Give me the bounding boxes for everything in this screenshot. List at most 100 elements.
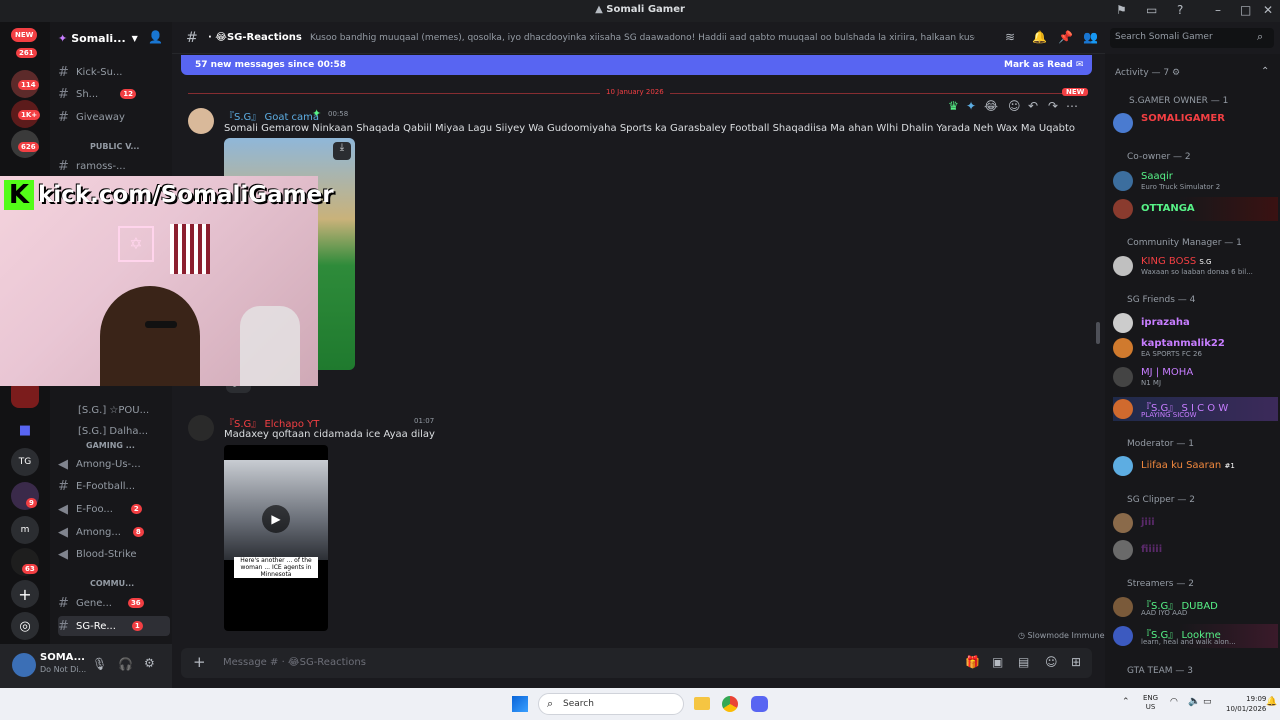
channel-item[interactable]: ◀ E-Foo... 2 [58, 499, 170, 519]
help-icon[interactable]: ? [1177, 3, 1183, 17]
verified-react-icon[interactable]: ✦ [966, 99, 976, 113]
volume-icon[interactable]: 🔈 [1188, 696, 1200, 707]
search-box[interactable]: Search Somali Gamer ⌕ [1110, 28, 1274, 48]
channel-topic[interactable]: Kusoo bandhig muuqaal (memes), qosolka, … [310, 33, 975, 43]
emoji-icon[interactable]: ☺ [1045, 655, 1058, 669]
windows-start-icon[interactable] [512, 696, 528, 712]
webcam-jersey [170, 224, 210, 274]
apps-icon[interactable]: ⊞ [1071, 655, 1081, 669]
voice-user[interactable]: [S.G.] Dalha... [78, 421, 170, 441]
taskbar-search[interactable]: ⌕ Search [538, 693, 684, 715]
channel-item[interactable]: # Kick-Su... [58, 62, 170, 82]
maximize-icon[interactable]: □ [1240, 3, 1251, 17]
chrome-icon[interactable] [722, 696, 738, 712]
channel-label: Blood-Strike [76, 548, 137, 560]
notification-icon[interactable]: 🔔 [1266, 697, 1277, 707]
server-tg[interactable]: TG [11, 448, 39, 476]
message-input[interactable]: + Message # · 😂SG-Reactions 🎁 ▣ ▤ ☺ ⊞ [181, 648, 1092, 678]
add-reaction-icon[interactable]: ☺ [1008, 99, 1021, 113]
member-row[interactable]: 『S.G』 S I C O W PLAYING SICOW [1113, 397, 1278, 421]
voice-user[interactable]: [S.G.] ☆POU... [78, 400, 170, 420]
member-row[interactable]: SOMALIGAMER [1113, 111, 1278, 135]
download-icon[interactable]: ⤓ [333, 142, 351, 160]
member-row[interactable]: OTTANGA [1113, 197, 1278, 221]
sticker-icon[interactable]: ▤ [1018, 655, 1029, 669]
avatar[interactable] [12, 653, 36, 677]
headphones-icon[interactable]: 🎧 [118, 657, 133, 671]
member-row[interactable]: 『S.G』 DUBAD AAD IYO AAD [1113, 595, 1278, 619]
member-row[interactable]: fiiiii [1113, 538, 1278, 562]
lang-indicator[interactable]: ENG US [1143, 694, 1158, 712]
pin-icon[interactable]: 📌 [1058, 30, 1073, 44]
member-row[interactable]: iprazaha [1113, 311, 1278, 335]
wifi-icon[interactable]: ◠ [1170, 697, 1178, 707]
hash-icon: # [58, 618, 69, 634]
member-activity: N1 MJ [1141, 379, 1162, 387]
forward-icon[interactable]: ↷ [1048, 99, 1058, 113]
add-server-icon[interactable]: + [11, 580, 39, 608]
laugh-react-icon[interactable]: 😂 [984, 99, 998, 113]
play-icon[interactable]: ▶ [262, 505, 290, 533]
member-row[interactable]: MJ | MOHA N1 MJ [1113, 365, 1278, 389]
minimize-icon[interactable]: – [1215, 3, 1221, 17]
channel-item[interactable]: # E-Football... [58, 476, 170, 496]
message-author[interactable]: 『S.G』 Elchapo YT [224, 415, 319, 430]
chevron-up-icon[interactable]: ⌃ [1261, 66, 1269, 77]
channel-item-active[interactable]: # SG-Re... 1 [58, 616, 170, 636]
channel-item[interactable]: ◀ Among-Us-... [58, 454, 170, 474]
close-icon[interactable]: ✕ [1263, 3, 1273, 17]
server-m[interactable]: m [11, 516, 39, 544]
category-header[interactable]: PUBLIC V... [90, 142, 139, 151]
member-row[interactable]: KING BOSS S.G Waxaan so laaban donaa 6 bi… [1113, 254, 1278, 278]
message-actions: ♛ ✦ 😂 ☺ ↶ ↷ ⋯ [942, 96, 1082, 116]
member-row[interactable]: Saaqir Euro Truck Simulator 2 [1113, 169, 1278, 193]
folder-icon[interactable]: ■ [11, 416, 39, 444]
tray-chevron-icon[interactable]: ⌃ [1122, 697, 1130, 707]
file-explorer-icon[interactable] [694, 697, 710, 710]
member-row[interactable]: 『S.G』 Lookme learn, heal and walk alon... [1113, 624, 1278, 648]
category-header[interactable]: GAMING ... [86, 441, 135, 450]
message-author[interactable]: 『S.G』 Goat cama [224, 108, 319, 123]
avatar [1113, 626, 1133, 646]
clock[interactable]: 19:09 10/01/2026 [1226, 694, 1266, 714]
avatar[interactable] [188, 415, 214, 441]
threads-icon[interactable]: ≋ [1005, 30, 1015, 44]
add-member-icon[interactable]: 👤 [148, 30, 163, 44]
channel-item[interactable]: # Sh... 12 [58, 84, 170, 104]
member-row[interactable]: kaptanmalik22 EA SPORTS FC 26 [1113, 336, 1278, 360]
bell-icon[interactable]: 🔔 [1032, 30, 1047, 44]
add-attachment-icon[interactable]: + [193, 653, 206, 671]
battery-icon[interactable]: ▭ [1203, 697, 1212, 707]
channel-item[interactable]: # Giveaway [58, 107, 170, 127]
scrollbar-thumb[interactable] [1096, 322, 1100, 344]
channel-item[interactable]: # Gene... 36 [58, 593, 170, 613]
new-messages-banner[interactable]: 57 new messages since 00:58 Mark as Read… [181, 55, 1092, 75]
gift-icon[interactable]: 🎁 [965, 655, 980, 669]
category-header[interactable]: COMMU... [90, 579, 134, 588]
discord-icon[interactable] [751, 696, 768, 712]
member-row[interactable]: jiii [1113, 511, 1278, 535]
inbox-icon[interactable]: ⚑ [1116, 3, 1127, 17]
avatar[interactable] [188, 108, 214, 134]
more-icon[interactable]: ⋯ [1066, 99, 1078, 113]
message-video[interactable]: ▶ Here's another ... of the woman ... IC… [224, 445, 328, 631]
channel-title: · 😂SG-Reactions [208, 32, 302, 43]
member-activity: Waxaan so laaban donaa 6 bil... [1141, 268, 1253, 276]
monitor-icon[interactable]: ▭ [1146, 3, 1157, 17]
channel-label: Giveaway [76, 111, 125, 123]
input-placeholder: Message # · 😂SG-Reactions [223, 657, 366, 668]
mark-as-read-button[interactable]: Mark as Read ✉ [1004, 60, 1083, 70]
discover-icon[interactable]: ◎ [11, 612, 39, 640]
channel-item[interactable]: ◀ Blood-Strike [58, 544, 170, 564]
gif-icon[interactable]: ▣ [992, 655, 1003, 669]
microphone-icon[interactable]: 🎙 [92, 657, 107, 671]
member-list-icon[interactable]: 👥 [1083, 30, 1098, 44]
crown-icon[interactable]: ♛ [948, 99, 959, 113]
channel-item[interactable]: # ramoss-... [58, 156, 170, 176]
member-row[interactable]: Liifaa ku Saaran #1 [1113, 454, 1278, 478]
member-name: Saaqir [1141, 171, 1173, 182]
reply-icon[interactable]: ↶ [1028, 99, 1038, 113]
activity-header[interactable]: Activity — 7 ⚙ [1115, 68, 1180, 78]
settings-gear-icon[interactable]: ⚙ [144, 656, 155, 670]
channel-item[interactable]: ◀ Among... 8 [58, 522, 170, 542]
